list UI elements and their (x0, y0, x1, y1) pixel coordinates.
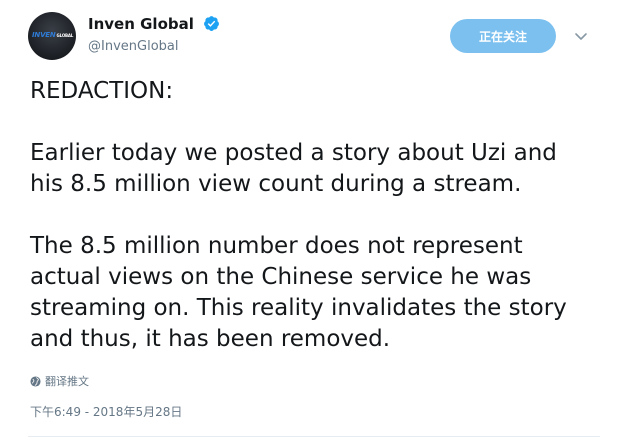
avatar[interactable]: INVENGLOBAL (28, 12, 76, 60)
tweet-paragraph: Earlier today we posted a story about Uz… (30, 140, 557, 197)
tweet-paragraph: The 8.5 million number does not represen… (30, 233, 567, 352)
avatar-logo-text: INVEN (32, 31, 56, 39)
translate-tweet-link[interactable]: 翻译推文 (30, 373, 89, 389)
tweet-header: INVENGLOBAL Inven Global @InvenGlobal 正在… (28, 12, 608, 62)
user-handle[interactable]: @InvenGlobal (88, 39, 178, 54)
chevron-down-icon[interactable] (573, 28, 589, 44)
globe-icon (30, 375, 41, 387)
tweet-text: REDACTION: Earlier today we posted a sto… (30, 76, 610, 355)
verified-badge-icon (204, 16, 219, 31)
display-name[interactable]: Inven Global (88, 15, 194, 33)
tweet-paragraph: REDACTION: (30, 78, 174, 104)
tweet-timestamp[interactable]: 下午6:49 - 2018年5月28日 (30, 403, 182, 420)
translate-tweet-label: 翻译推文 (45, 375, 89, 388)
tweet-container: INVENGLOBAL Inven Global @InvenGlobal 正在… (0, 0, 628, 438)
avatar-logo-subtext: GLOBAL (56, 33, 74, 38)
divider (28, 436, 600, 437)
avatar-logo: INVENGLOBAL (32, 31, 73, 39)
following-button[interactable]: 正在关注 (450, 19, 556, 53)
